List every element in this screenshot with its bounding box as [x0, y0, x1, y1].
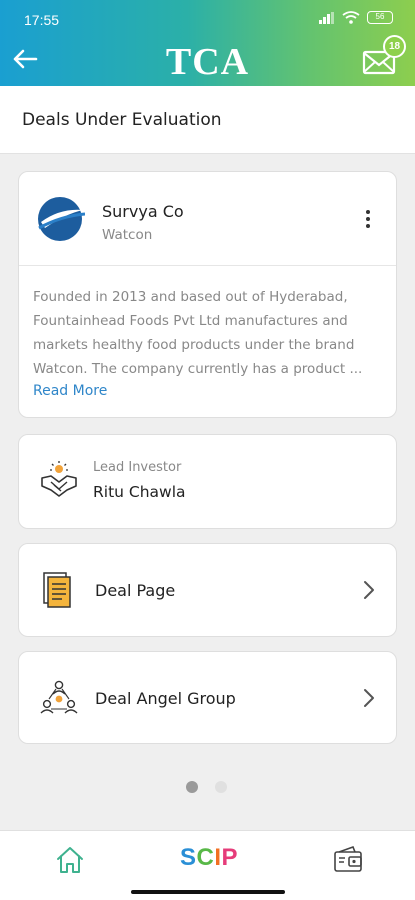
group-icon: [40, 680, 78, 714]
document-icon: [43, 572, 71, 608]
deal-page-label: Deal Page: [95, 581, 176, 600]
company-brand: Watcon: [102, 227, 153, 243]
handshake-icon: [41, 461, 77, 497]
scip-letter-p: P: [221, 844, 239, 871]
company-card: Survya Co Watcon Founded in 2013 and bas…: [18, 171, 397, 418]
home-indicator: [131, 890, 285, 894]
status-bar: 17:55 56: [0, 0, 415, 36]
company-name: Survya Co: [102, 202, 184, 221]
notification-badge: 18: [383, 35, 406, 58]
app-bar: 17:55 56 TCA 18: [0, 0, 415, 86]
deal-page-item[interactable]: Deal Page: [18, 543, 397, 637]
bottom-nav: SCIP: [0, 830, 415, 900]
wallet-icon[interactable]: [333, 846, 363, 874]
company-logo: [38, 197, 85, 241]
chevron-right-icon: [364, 581, 374, 599]
lead-investor-card: Lead Investor Ritu Chawla: [18, 434, 397, 529]
page-title: Deals Under Evaluation: [22, 110, 222, 130]
scip-letter-s: S: [180, 844, 197, 871]
signal-icon: [319, 11, 334, 24]
more-options-icon[interactable]: [356, 208, 380, 234]
lead-investor-label: Lead Investor: [93, 460, 182, 475]
chevron-right-icon: [364, 689, 374, 707]
card-divider: [19, 265, 396, 266]
page-dot-active[interactable]: [186, 781, 198, 793]
home-icon[interactable]: [55, 845, 85, 875]
deal-angel-group-item[interactable]: Deal Angel Group: [18, 651, 397, 744]
scip-nav-button[interactable]: SCIP: [180, 844, 238, 872]
deal-angel-group-label: Deal Angel Group: [95, 689, 236, 708]
company-description: Founded in 2013 and based out of Hyderab…: [33, 289, 363, 377]
brand-logo: TCA: [165, 41, 250, 83]
wifi-icon: [342, 11, 360, 24]
read-more-link[interactable]: Read More: [33, 383, 107, 399]
battery-icon: 56: [367, 11, 393, 24]
scip-letter-i: I: [214, 844, 222, 871]
status-time: 17:55: [24, 12, 60, 28]
lead-investor-name: Ritu Chawla: [93, 483, 186, 501]
scip-letter-c: C: [196, 844, 215, 871]
pagination-dots: [186, 781, 227, 793]
status-icons: 56: [319, 11, 393, 24]
page-dot[interactable]: [215, 781, 227, 793]
page-header: Deals Under Evaluation: [0, 86, 415, 154]
